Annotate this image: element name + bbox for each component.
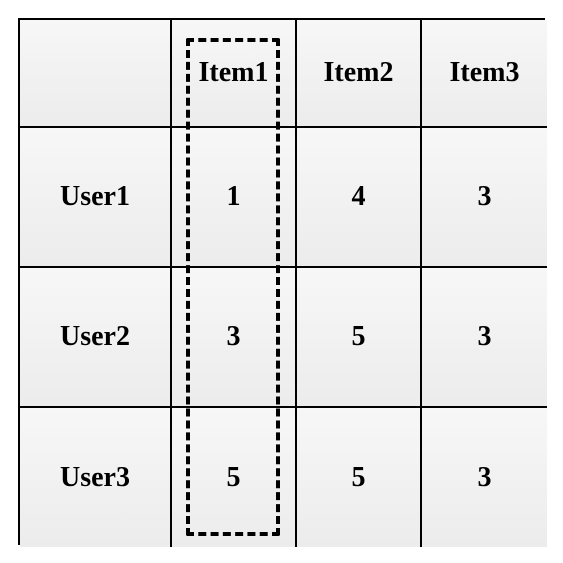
cell-r1c1: 1 xyxy=(172,128,297,268)
header-label: Item1 xyxy=(199,57,269,89)
cell-value: 3 xyxy=(478,462,492,494)
header-item3: Item3 xyxy=(422,20,547,128)
row-label-user3: User3 xyxy=(20,408,172,547)
row-label-user2: User2 xyxy=(20,268,172,408)
cell-r1c3: 3 xyxy=(422,128,547,268)
cell-value: 3 xyxy=(478,321,492,353)
cell-value: 3 xyxy=(227,321,241,353)
cell-r3c2: 5 xyxy=(297,408,422,547)
header-item1: Item1 xyxy=(172,20,297,128)
row-label: User1 xyxy=(60,181,130,213)
cell-value: 3 xyxy=(478,181,492,213)
cell-value: 5 xyxy=(227,462,241,494)
header-label: Item3 xyxy=(450,57,520,89)
cell-value: 5 xyxy=(352,462,366,494)
cell-r2c2: 5 xyxy=(297,268,422,408)
row-label-user1: User1 xyxy=(20,128,172,268)
data-table: Item1 Item2 Item3 User1 1 4 3 User2 3 5 … xyxy=(18,18,545,545)
cell-r1c2: 4 xyxy=(297,128,422,268)
cell-r2c3: 3 xyxy=(422,268,547,408)
cell-r3c1: 5 xyxy=(172,408,297,547)
header-blank xyxy=(20,20,172,128)
header-label: Item2 xyxy=(324,57,394,89)
cell-r2c1: 3 xyxy=(172,268,297,408)
cell-value: 4 xyxy=(352,181,366,213)
header-item2: Item2 xyxy=(297,20,422,128)
row-label: User3 xyxy=(60,462,130,494)
cell-r3c3: 3 xyxy=(422,408,547,547)
row-label: User2 xyxy=(60,321,130,353)
cell-value: 1 xyxy=(227,181,241,213)
cell-value: 5 xyxy=(352,321,366,353)
